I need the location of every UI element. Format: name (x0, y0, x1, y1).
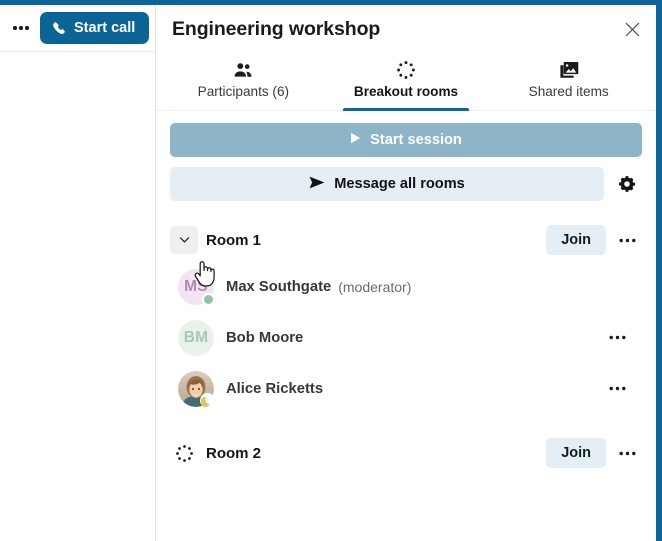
list-item[interactable]: Alice Ricketts (178, 363, 642, 414)
left-chat-pane: Start call (0, 5, 156, 541)
room-row[interactable]: Room 1 Join (170, 219, 642, 261)
list-item[interactable]: MS Max Southgate (moderator) (178, 261, 642, 312)
avatar (178, 371, 214, 407)
more-horizontal-icon[interactable] (602, 323, 632, 353)
app-root: Start call Engineering workshop (0, 0, 662, 541)
phone-icon (52, 17, 67, 39)
room-name: Room 1 (206, 232, 546, 249)
panel-header: Engineering workshop (156, 5, 656, 53)
avatar-initials: MS (184, 278, 208, 296)
message-all-rooms-button[interactable]: Message all rooms (170, 167, 604, 201)
room-row[interactable]: Room 2 Join (170, 432, 642, 474)
tab-participants[interactable]: Participants (6) (162, 53, 325, 110)
join-room-button[interactable]: Join (546, 225, 606, 255)
people-icon (233, 59, 253, 81)
tab-participants-label: Participants (6) (198, 84, 289, 99)
chevron-down-icon[interactable] (170, 226, 198, 254)
left-pane-toolbar: Start call (0, 5, 155, 52)
images-stack-icon (559, 59, 579, 81)
tab-shared-items[interactable]: Shared items (487, 53, 650, 110)
avatar-initials: BM (184, 329, 209, 347)
message-all-rooms-label: Message all rooms (334, 176, 465, 192)
window-right-accent-bar (656, 0, 662, 541)
close-icon[interactable] (616, 13, 648, 45)
more-horizontal-icon[interactable] (8, 15, 34, 41)
status-badge (202, 293, 215, 306)
room-name: Room 2 (206, 445, 546, 462)
more-horizontal-icon[interactable] (612, 438, 642, 468)
room-participants: MS Max Southgate (moderator) BM Bob Moor… (170, 261, 642, 414)
panel-actions: Start session Message all rooms (156, 111, 656, 201)
tab-shared-items-label: Shared items (529, 84, 609, 99)
panel-tabs: Participants (6) Breakout rooms (156, 53, 656, 111)
start-call-label: Start call (74, 20, 135, 36)
start-session-label: Start session (370, 132, 462, 148)
page-title: Engineering workshop (172, 18, 616, 41)
dotted-circle-icon (396, 59, 416, 81)
breakout-rooms-panel: Engineering workshop Participants (156, 5, 656, 541)
start-session-button[interactable]: Start session (170, 123, 642, 157)
join-room-button[interactable]: Join (546, 438, 606, 468)
participant-name: Max Southgate (226, 279, 331, 295)
list-item[interactable]: BM Bob Moore (178, 312, 642, 363)
tab-breakout-rooms-label: Breakout rooms (354, 84, 458, 99)
dotted-circle-icon (170, 439, 198, 467)
participant-role: (moderator) (338, 279, 411, 295)
more-horizontal-icon[interactable] (612, 225, 642, 255)
start-call-button[interactable]: Start call (40, 12, 149, 44)
avatar: BM (178, 320, 214, 356)
participant-name: Alice Ricketts (226, 381, 323, 397)
message-all-row: Message all rooms (170, 167, 642, 201)
play-icon (350, 132, 361, 148)
tab-breakout-rooms[interactable]: Breakout rooms (325, 53, 488, 110)
participant-name: Bob Moore (226, 330, 303, 346)
dots-group (12, 26, 31, 29)
avatar: MS (178, 269, 214, 305)
gear-icon[interactable] (612, 169, 642, 199)
rooms-list: Room 1 Join MS Max Southgate (moderato (156, 201, 656, 474)
send-icon (309, 176, 325, 193)
more-horizontal-icon[interactable] (602, 374, 632, 404)
status-badge (200, 393, 215, 408)
